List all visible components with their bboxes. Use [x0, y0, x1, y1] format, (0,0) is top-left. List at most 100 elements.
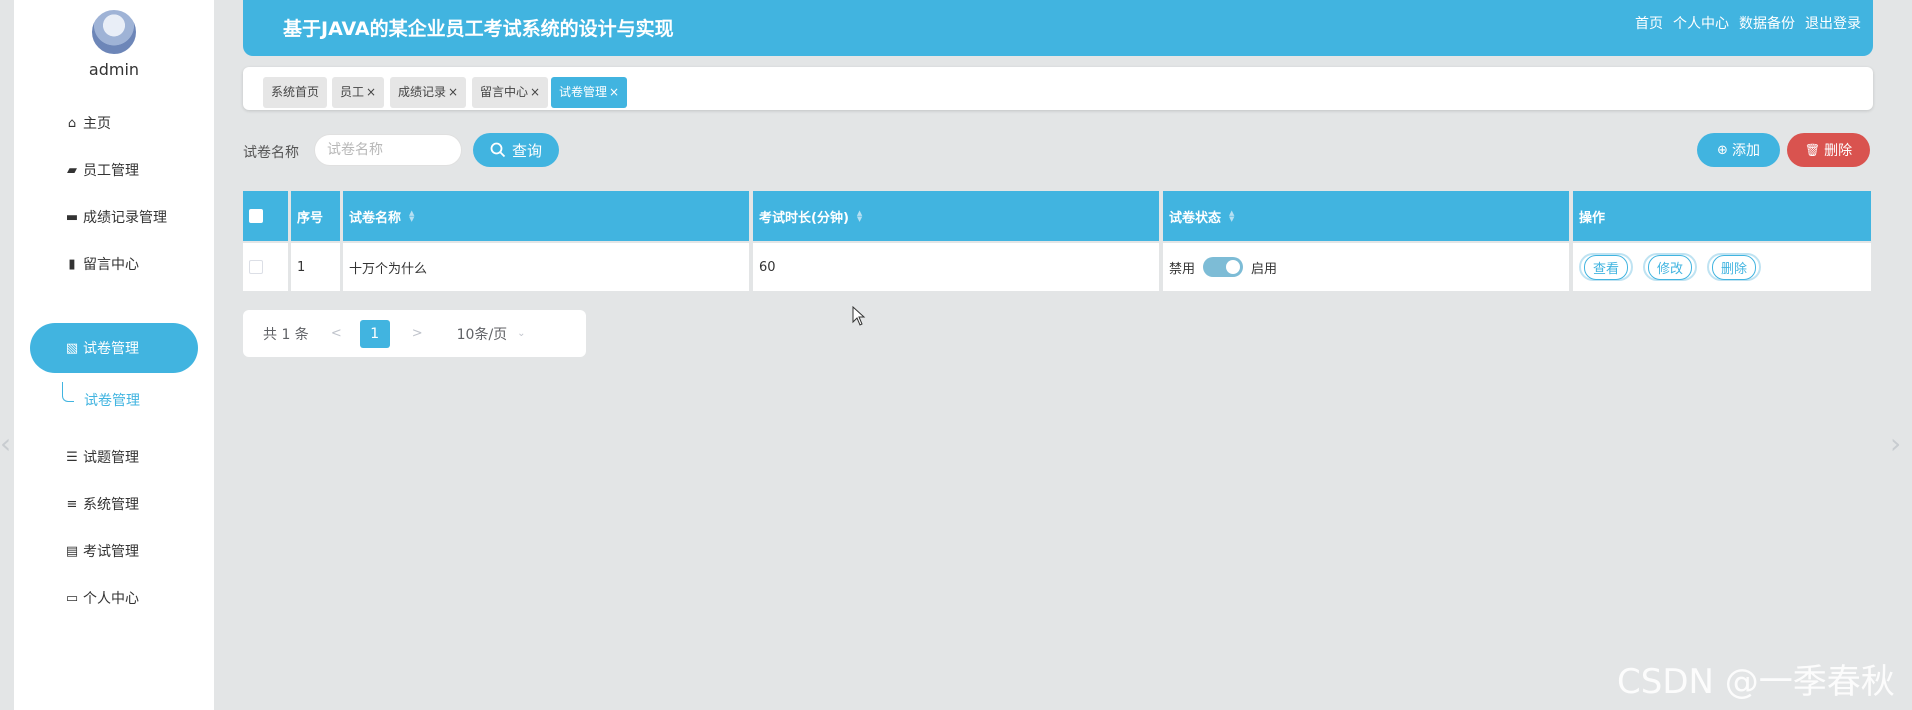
- user-icon: ▰: [67, 162, 77, 178]
- sidebar-item-messages[interactable]: ▮ 留言中心: [30, 239, 198, 289]
- page-title: 基于JAVA的某企业员工考试系统的设计与实现: [283, 18, 674, 40]
- header-links: 首页 个人中心 数据备份 退出登录: [1635, 13, 1861, 33]
- column-label: 试卷状态: [1169, 210, 1222, 226]
- next-page-button[interactable]: >: [412, 326, 423, 341]
- status-off-label: 禁用: [1169, 261, 1196, 277]
- sidebar-item-label: 试题管理: [83, 450, 139, 466]
- prev-page-button[interactable]: <: [331, 326, 342, 341]
- status-toggle[interactable]: [1203, 257, 1244, 277]
- search-input[interactable]: [314, 134, 462, 166]
- tags-bar: 系统首页 员工 × 成绩记录 × 留言中心 × 试卷管理 ×: [243, 67, 1873, 110]
- sidebar-item-label: 考试管理: [83, 544, 139, 560]
- sidebar-item-label: 留言中心: [83, 257, 139, 273]
- avatar[interactable]: [90, 8, 138, 56]
- sort-icon[interactable]: ▲ ▼: [409, 210, 414, 223]
- sidebar-item-system[interactable]: ≡ 系统管理: [30, 479, 198, 529]
- watermark: CSDN @一季春秋: [1617, 662, 1895, 702]
- chevron-right-icon[interactable]: ›: [1890, 427, 1901, 460]
- column-label: 考试时长(分钟): [759, 210, 849, 226]
- tag-home[interactable]: 系统首页: [263, 77, 328, 108]
- table-header: 序号 试卷名称 ▲ ▼ 考试时长(分钟) ▲ ▼ 试卷状态 ▲ ▼ 操作: [243, 191, 1871, 241]
- edit-button-label: 修改: [1647, 254, 1692, 280]
- tag-messages[interactable]: 留言中心 ×: [472, 77, 549, 108]
- edit-button[interactable]: 修改: [1643, 253, 1697, 281]
- sidebar-item-exams[interactable]: ▤ 考试管理: [30, 526, 198, 576]
- sidebar-item-label: 个人中心: [83, 591, 139, 607]
- tag-scores[interactable]: 成绩记录 ×: [390, 77, 467, 108]
- query-button-label: 查询: [511, 141, 542, 160]
- column-header-status[interactable]: 试卷状态 ▲ ▼: [1163, 191, 1569, 241]
- header-link-logout[interactable]: 退出登录: [1805, 13, 1861, 33]
- tag-label: 试卷管理: [559, 85, 608, 99]
- header-link-home[interactable]: 首页: [1635, 13, 1663, 33]
- home-icon: ⌂: [67, 115, 77, 131]
- sidebar-item-label: 成绩记录管理: [83, 210, 167, 226]
- plus-circle-icon: ⊕: [1717, 142, 1728, 158]
- close-icon[interactable]: ×: [366, 85, 376, 99]
- search-icon: [490, 142, 506, 158]
- sidebar-item-home[interactable]: ⌂ 主页: [30, 98, 198, 148]
- search-label: 试卷名称: [243, 145, 299, 161]
- bar-chart-icon: ▮: [68, 256, 76, 272]
- column-header-name[interactable]: 试卷名称 ▲ ▼: [343, 191, 749, 241]
- close-icon[interactable]: ×: [448, 85, 458, 99]
- tag-label: 成绩记录: [398, 85, 447, 99]
- mouse-cursor-icon: [852, 306, 866, 326]
- username: admin: [88, 60, 140, 79]
- trash-icon: 🗑: [1804, 143, 1821, 157]
- sidebar-item-label: 试卷管理: [83, 341, 139, 357]
- close-icon[interactable]: ×: [530, 85, 540, 99]
- header-link-profile[interactable]: 个人中心: [1673, 13, 1729, 33]
- select-all-cell: [243, 191, 288, 241]
- view-button[interactable]: 查看: [1579, 253, 1633, 281]
- status-on-label: 启用: [1251, 261, 1278, 277]
- sort-icon[interactable]: ▲ ▼: [1229, 210, 1234, 223]
- row-actions: 查看 修改 删除: [1573, 243, 1871, 291]
- monitor-icon: ▬: [65, 209, 79, 225]
- list-icon: ☰: [66, 449, 78, 465]
- sidebar-subitem-papers[interactable]: 试卷管理: [84, 390, 140, 410]
- chevron-left-icon[interactable]: ‹: [0, 427, 11, 460]
- column-header-duration[interactable]: 考试时长(分钟) ▲ ▼: [753, 191, 1159, 241]
- row-checkbox[interactable]: [249, 260, 263, 274]
- chevron-down-icon[interactable]: ⌄: [517, 328, 525, 339]
- sidebar-item-label: 员工管理: [83, 163, 139, 179]
- row-delete-button[interactable]: 删除: [1707, 253, 1761, 281]
- sidebar-item-profile[interactable]: ▭ 个人中心: [30, 573, 198, 623]
- tag-papers[interactable]: 试卷管理 ×: [551, 77, 628, 108]
- sidebar-item-scores[interactable]: ▬ 成绩记录管理: [30, 192, 198, 242]
- sort-icon[interactable]: ▲ ▼: [857, 210, 862, 223]
- toggle-knob: [1226, 260, 1241, 274]
- add-button-label: 添加: [1731, 143, 1760, 159]
- column-label: 试卷名称: [349, 210, 402, 226]
- add-button[interactable]: ⊕ 添加: [1697, 133, 1780, 167]
- page-number-button[interactable]: 1: [359, 319, 390, 348]
- column-header-index: 序号: [291, 191, 340, 241]
- tag-employees[interactable]: 员工 ×: [332, 77, 385, 108]
- header-link-backup[interactable]: 数据备份: [1739, 13, 1795, 33]
- select-all-checkbox[interactable]: [249, 209, 263, 223]
- query-button[interactable]: 查询: [473, 133, 559, 167]
- top-header: 基于JAVA的某企业员工考试系统的设计与实现 首页 个人中心 数据备份 退出登录: [243, 0, 1873, 56]
- sidebar-item-questions[interactable]: ☰ 试题管理: [30, 432, 198, 482]
- row-delete-button-label: 删除: [1711, 254, 1756, 280]
- column-header-actions: 操作: [1573, 191, 1871, 241]
- row-duration: 60: [753, 243, 1159, 291]
- table-row: 1 十万个为什么 60 禁用 启用 查看 修改 删除: [243, 241, 1871, 291]
- delete-button[interactable]: 🗑 删除: [1787, 133, 1870, 167]
- sidebar-item-papers[interactable]: ▧ 试卷管理: [30, 323, 198, 373]
- close-icon[interactable]: ×: [609, 85, 619, 99]
- sidebar: admin ⌂ 主页 ▰ 员工管理 ▬ 成绩记录管理 ▮ 留言中心 ▧ 试卷管理…: [14, 0, 214, 710]
- page-size-select[interactable]: 10条/页: [457, 324, 508, 344]
- row-index: 1: [291, 243, 340, 291]
- pagination: 共 1 条 < 1 > 10条/页 ⌄: [243, 310, 586, 357]
- row-status: 禁用 启用: [1163, 243, 1569, 291]
- view-button-label: 查看: [1583, 254, 1628, 280]
- card-icon: ▭: [65, 590, 79, 606]
- submenu-connector: [62, 382, 74, 402]
- row-select-cell: [243, 243, 288, 291]
- document-icon: ▧: [65, 340, 79, 356]
- sidebar-item-employees[interactable]: ▰ 员工管理: [30, 145, 198, 195]
- papers-table: 序号 试卷名称 ▲ ▼ 考试时长(分钟) ▲ ▼ 试卷状态 ▲ ▼ 操作 1 十万个为…: [243, 191, 1871, 291]
- menu-icon: ≡: [66, 496, 78, 512]
